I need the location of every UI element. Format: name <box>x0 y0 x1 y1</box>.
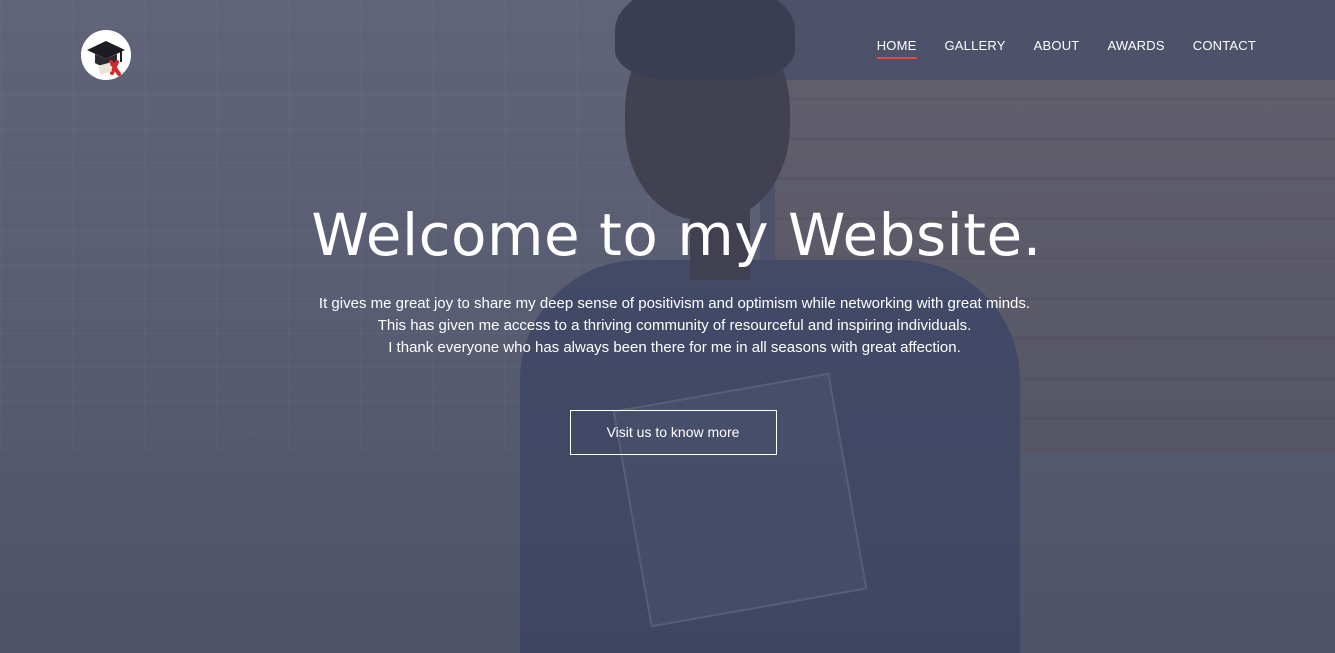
nav-item-gallery: GALLERY <box>945 38 1006 59</box>
nav-link-contact[interactable]: CONTACT <box>1193 38 1256 59</box>
site-header: HOME GALLERY ABOUT AWARDS CONTACT <box>0 0 1335 100</box>
hero-section: HOME GALLERY ABOUT AWARDS CONTACT Welcom… <box>0 0 1335 653</box>
hero-content: Welcome to my Website. It gives me great… <box>0 195 1335 455</box>
nav-item-home: HOME <box>876 38 917 59</box>
nav-item-awards: AWARDS <box>1107 38 1164 59</box>
nav-link-home[interactable]: HOME <box>876 38 917 59</box>
hero-description-line-3: I thank everyone who has always been the… <box>388 339 961 356</box>
nav-link-awards[interactable]: AWARDS <box>1107 38 1164 59</box>
nav-item-contact: CONTACT <box>1193 38 1256 59</box>
hero-description: It gives me great joy to share my deep s… <box>14 293 1335 359</box>
hero-description-line-2: This has given me access to a thriving c… <box>377 317 972 334</box>
visit-more-button[interactable]: Visit us to know more <box>569 410 777 455</box>
main-nav: HOME GALLERY ABOUT AWARDS CONTACT <box>876 38 1256 59</box>
nav-link-gallery[interactable]: GALLERY <box>945 38 1006 59</box>
nav-link-about[interactable]: ABOUT <box>1034 38 1080 59</box>
hero-title: Welcome to my Website. <box>311 201 1042 269</box>
nav-item-about: ABOUT <box>1034 38 1080 59</box>
hero-description-line-1: It gives me great joy to share my deep s… <box>318 295 1031 312</box>
graduation-cap-icon <box>81 30 131 80</box>
site-logo[interactable] <box>81 30 131 80</box>
